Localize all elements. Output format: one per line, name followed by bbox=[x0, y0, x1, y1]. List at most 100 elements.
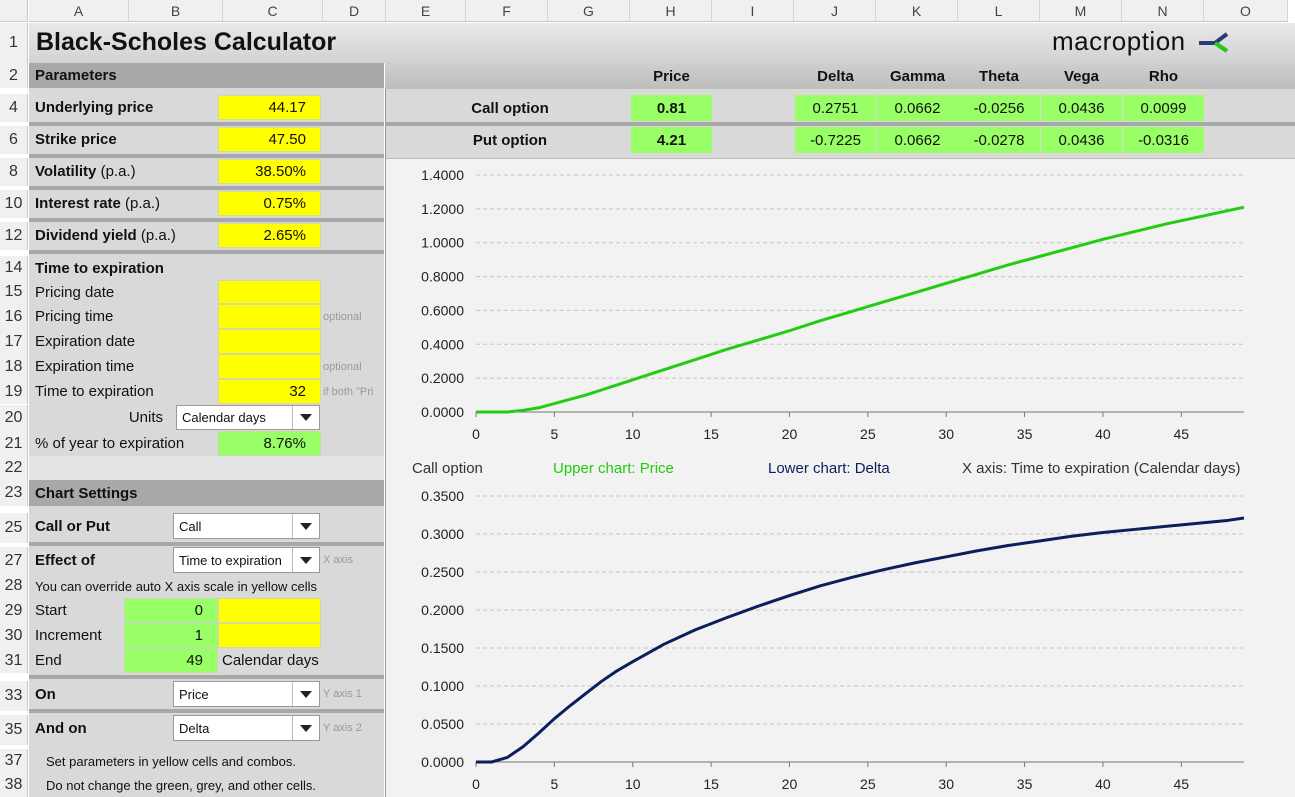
row-header[interactable]: 15 bbox=[0, 280, 28, 304]
row-header[interactable]: 38 bbox=[0, 773, 28, 797]
column-header[interactable]: E bbox=[386, 0, 466, 22]
units-combo[interactable]: Calendar days bbox=[176, 405, 320, 430]
x-tick-label: 0 bbox=[472, 426, 480, 442]
row-header[interactable]: 1 bbox=[0, 23, 28, 63]
column-header[interactable]: D bbox=[323, 0, 386, 22]
help-text-2: Do not change the green, grey, and other… bbox=[46, 777, 317, 793]
row-header[interactable]: 29 bbox=[0, 598, 28, 623]
row-separator bbox=[29, 675, 384, 679]
and-on-combo[interactable]: Delta bbox=[173, 715, 320, 741]
column-header[interactable]: K bbox=[876, 0, 958, 22]
end-value: 49 bbox=[124, 648, 218, 673]
chevron-down-icon bbox=[300, 724, 312, 732]
row-header[interactable]: 10 bbox=[0, 190, 28, 218]
put-gamma: 0.0662 bbox=[877, 127, 958, 153]
strike-input[interactable]: 47.50 bbox=[218, 127, 321, 152]
row-header[interactable]: 27 bbox=[0, 547, 28, 574]
column-header[interactable]: N bbox=[1122, 0, 1204, 22]
call-price: 0.81 bbox=[631, 95, 712, 121]
row-header[interactable]: 18 bbox=[0, 354, 28, 379]
column-header[interactable]: H bbox=[630, 0, 712, 22]
row-header[interactable]: 23 bbox=[0, 480, 28, 506]
row-header[interactable]: 31 bbox=[0, 648, 28, 673]
y-tick-label: 0.3000 bbox=[421, 526, 464, 542]
chevron-down-icon bbox=[300, 522, 312, 530]
x-axis-note: X axis bbox=[323, 554, 353, 566]
y-axis-2-note: Y axis 2 bbox=[323, 722, 362, 734]
time-to-expiration-input[interactable]: 32 bbox=[218, 379, 321, 404]
column-header[interactable]: C bbox=[223, 0, 323, 22]
increment-value: 1 bbox=[124, 623, 218, 648]
column-header[interactable]: F bbox=[466, 0, 548, 22]
series-line bbox=[476, 205, 1245, 414]
units-label: Units bbox=[128, 409, 163, 426]
volatility-input[interactable]: 38.50% bbox=[218, 159, 321, 184]
row-header[interactable]: 2 bbox=[0, 63, 28, 88]
call-or-put-label: Call or Put bbox=[35, 517, 111, 535]
column-header[interactable]: O bbox=[1204, 0, 1288, 22]
underlying-input[interactable]: 44.17 bbox=[218, 95, 321, 120]
row-header[interactable]: 22 bbox=[0, 456, 28, 480]
call-or-put-value: Call bbox=[179, 518, 202, 534]
row-header[interactable]: 16 bbox=[0, 304, 28, 329]
x-tick-label: 45 bbox=[1174, 776, 1190, 792]
column-header[interactable]: G bbox=[548, 0, 630, 22]
pricing-time-label: Pricing time bbox=[35, 308, 114, 325]
override-note: You can override auto X axis scale in ye… bbox=[35, 578, 318, 594]
and-on-dropdown-button[interactable] bbox=[292, 716, 319, 740]
column-header[interactable]: I bbox=[712, 0, 794, 22]
effect-of-dropdown-button[interactable] bbox=[292, 548, 319, 572]
row-header[interactable]: 6 bbox=[0, 126, 28, 154]
row-header[interactable]: 37 bbox=[0, 749, 28, 773]
x-tick-label: 35 bbox=[1017, 776, 1033, 792]
row-header[interactable]: 8 bbox=[0, 158, 28, 186]
column-header[interactable]: L bbox=[958, 0, 1040, 22]
units-dropdown-button[interactable] bbox=[292, 406, 319, 429]
row-header[interactable]: 20 bbox=[0, 405, 28, 431]
row-separator bbox=[385, 122, 1295, 126]
row-header[interactable]: 21 bbox=[0, 431, 28, 456]
upper-chart[interactable]: 0.0000 0.2000 0.4000 0.6000 0.8000 1.0000 1.20… bbox=[385, 158, 1295, 453]
row-header[interactable]: 28 bbox=[0, 574, 28, 598]
effect-of-combo[interactable]: Time to expiration bbox=[173, 547, 320, 573]
on-combo[interactable]: Price bbox=[173, 681, 320, 707]
call-or-put-dropdown-button[interactable] bbox=[292, 514, 319, 538]
call-or-put-combo[interactable]: Call bbox=[173, 513, 320, 539]
row-header[interactable]: 17 bbox=[0, 329, 28, 354]
effect-of-label: Effect of bbox=[35, 551, 95, 569]
row-header[interactable]: 12 bbox=[0, 222, 28, 250]
row-header[interactable]: 30 bbox=[0, 623, 28, 648]
pricing-time-input[interactable] bbox=[218, 304, 321, 329]
column-header[interactable]: J bbox=[794, 0, 876, 22]
interest-rate-input[interactable]: 0.75% bbox=[218, 191, 321, 216]
lower-chart[interactable]: 0.0000 0.0500 0.1000 0.1500 0.2000 0.2500 0.30… bbox=[385, 482, 1295, 797]
row-header[interactable]: 14 bbox=[0, 256, 28, 280]
row-header[interactable]: 35 bbox=[0, 715, 28, 745]
row-separator bbox=[29, 250, 384, 254]
row-header[interactable]: 25 bbox=[0, 513, 28, 543]
column-header[interactable]: A bbox=[29, 0, 129, 22]
row-header[interactable]: 19 bbox=[0, 379, 28, 404]
increment-override-input[interactable] bbox=[218, 623, 321, 648]
row-header[interactable]: 33 bbox=[0, 681, 28, 711]
dividend-yield-label-text: Dividend yield bbox=[35, 226, 137, 244]
dividend-yield-input[interactable]: 2.65% bbox=[218, 223, 321, 248]
column-header[interactable]: M bbox=[1040, 0, 1122, 22]
on-dropdown-button[interactable] bbox=[292, 682, 319, 706]
put-theta: -0.0278 bbox=[958, 127, 1040, 153]
expiration-time-optional-note: optional bbox=[323, 360, 362, 373]
pct-year-value: 8.76% bbox=[218, 431, 321, 456]
gamma-header: Gamma bbox=[889, 67, 946, 85]
legend-x-axis: X axis: Time to expiration (Calendar day… bbox=[962, 460, 1241, 477]
x-tick-label: 5 bbox=[550, 426, 558, 442]
put-rho: -0.0316 bbox=[1123, 127, 1204, 153]
select-all-corner[interactable] bbox=[0, 0, 28, 22]
expiration-date-input[interactable] bbox=[218, 329, 321, 354]
row-header[interactable]: 4 bbox=[0, 94, 28, 122]
pricing-date-input[interactable] bbox=[218, 280, 321, 304]
column-header[interactable]: B bbox=[129, 0, 223, 22]
start-override-input[interactable] bbox=[218, 598, 321, 623]
strike-label: Strike price bbox=[35, 130, 117, 148]
expiration-time-input[interactable] bbox=[218, 354, 321, 379]
time-to-expiration-label: Time to expiration bbox=[35, 383, 154, 400]
